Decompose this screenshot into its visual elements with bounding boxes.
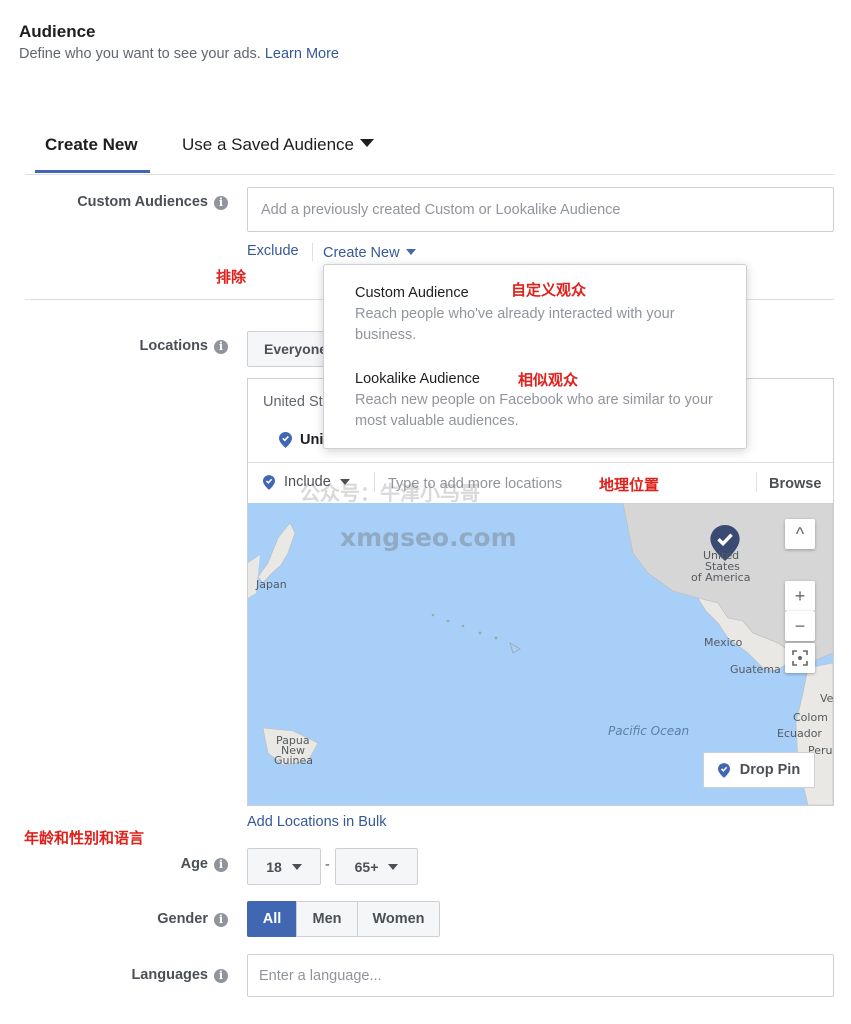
tab-create-new[interactable]: Create New	[45, 135, 138, 155]
age-max-value: 65+	[354, 858, 379, 875]
drop-pin-button[interactable]: Drop Pin	[703, 752, 815, 788]
caret-down-icon	[388, 863, 399, 870]
subtitle-text: Define who you want to see your ads.	[19, 46, 261, 62]
age-max-select[interactable]: 65+	[335, 848, 418, 885]
age-min-value: 18	[266, 858, 282, 875]
gender-label-text: Gender	[157, 911, 208, 927]
annotation-age-gender-language: 年龄和性别和语言	[24, 829, 145, 847]
create-new-dropdown: Custom Audience Reach people who've alre…	[323, 264, 747, 449]
annotation-exclude: 排除	[216, 268, 247, 286]
selected-location-name: Uni	[300, 432, 324, 448]
custom-audience-input[interactable]: Add a previously created Custom or Looka…	[247, 187, 834, 232]
tab-saved-label: Use a Saved Audience	[182, 135, 355, 154]
languages-label: Languages i	[18, 967, 228, 983]
location-map[interactable]: Japan United States of America Mexico Gu…	[248, 503, 833, 805]
gender-option-men[interactable]: Men	[296, 901, 358, 937]
map-label-guatemala: Guatema	[730, 663, 781, 676]
map-label-us: of America	[691, 571, 751, 584]
browse-separator	[756, 472, 757, 492]
link-separator	[312, 243, 313, 261]
map-pin-icon	[717, 762, 730, 778]
info-icon[interactable]: i	[214, 340, 228, 354]
gender-option-women[interactable]: Women	[357, 901, 440, 937]
map-collapse-button[interactable]: ^	[785, 519, 815, 549]
recenter-button[interactable]	[785, 643, 815, 673]
zoom-in-button[interactable]: +	[785, 581, 815, 611]
info-icon[interactable]: i	[214, 913, 228, 927]
age-min-select[interactable]: 18	[247, 848, 321, 885]
info-icon[interactable]: i	[214, 858, 228, 872]
zoom-out-button[interactable]: −	[785, 611, 815, 641]
watermark-text: 公众号：牛津小马哥	[300, 481, 480, 505]
map-label-pacific: Pacific Ocean	[608, 724, 690, 738]
age-label: Age i	[18, 856, 228, 872]
age-separator: -	[325, 857, 330, 873]
map-pin-icon	[279, 432, 292, 448]
dropdown-item-lookalike-desc: Reach new people on Facebook who are sim…	[355, 392, 713, 429]
custom-audience-placeholder: Add a previously created Custom or Looka…	[261, 201, 621, 218]
exclude-link[interactable]: Exclude	[247, 243, 299, 259]
watermark-url: xmgseo.com	[340, 523, 517, 552]
location-group-header: United St	[263, 394, 323, 410]
languages-input[interactable]: Enter a language...	[247, 954, 834, 997]
languages-label-text: Languages	[131, 967, 208, 983]
drop-pin-label: Drop Pin	[739, 762, 801, 778]
age-label-text: Age	[180, 856, 208, 872]
caret-down-icon	[360, 139, 375, 147]
locations-label-text: Locations	[139, 338, 208, 354]
gender-label: Gender i	[18, 911, 228, 927]
caret-down-icon	[291, 863, 302, 870]
selected-location: Uni	[279, 432, 323, 448]
locations-label: Locations i	[18, 338, 228, 354]
section-title: Audience	[19, 22, 96, 41]
map-label-venezuela: Ve	[820, 692, 833, 705]
learn-more-link[interactable]: Learn More	[265, 46, 339, 62]
gender-option-all[interactable]: All	[247, 901, 297, 937]
tab-saved-audience[interactable]: Use a Saved Audience	[182, 135, 375, 155]
annotation-geo: 地理位置	[599, 476, 660, 494]
languages-placeholder: Enter a language...	[259, 967, 382, 984]
map-label-png: Guinea	[274, 754, 314, 767]
browse-button[interactable]: Browse	[769, 476, 821, 492]
custom-audiences-label: Custom Audiences i	[18, 194, 228, 210]
locations-select-value: Everyone	[264, 341, 328, 357]
chevron-up-icon: ^	[795, 523, 805, 544]
annotation-custom: 自定义观众	[511, 281, 587, 299]
info-icon[interactable]: i	[214, 196, 228, 210]
create-new-link-text: Create New	[323, 245, 400, 261]
dropdown-item-lookalike-audience[interactable]: Lookalike Audience	[355, 371, 480, 387]
fullscreen-icon	[792, 650, 808, 666]
map-label-japan: Japan	[256, 578, 287, 591]
tabs-divider	[25, 174, 834, 175]
add-locations-bulk-link[interactable]: Add Locations in Bulk	[247, 814, 386, 830]
plus-icon: +	[794, 585, 806, 606]
dropdown-item-custom-audience[interactable]: Custom Audience	[355, 285, 469, 301]
custom-audiences-label-text: Custom Audiences	[77, 194, 208, 210]
info-icon[interactable]: i	[214, 969, 228, 983]
active-tab-indicator	[35, 170, 150, 173]
map-label-ecuador: Ecuador	[777, 727, 822, 740]
annotation-lookalike: 相似观众	[518, 371, 579, 389]
map-pin-icon	[263, 474, 275, 490]
section-subtitle: Define who you want to see your ads. Lea…	[19, 46, 339, 62]
map-label-mexico: Mexico	[704, 636, 743, 649]
create-new-link[interactable]: Create New	[323, 245, 416, 261]
map-label-colombia: Colom	[793, 711, 828, 724]
location-search-divider	[248, 462, 833, 463]
dropdown-item-custom-desc: Reach people who've already interacted w…	[355, 306, 675, 343]
minus-icon: −	[794, 615, 806, 636]
caret-down-icon	[405, 249, 416, 255]
